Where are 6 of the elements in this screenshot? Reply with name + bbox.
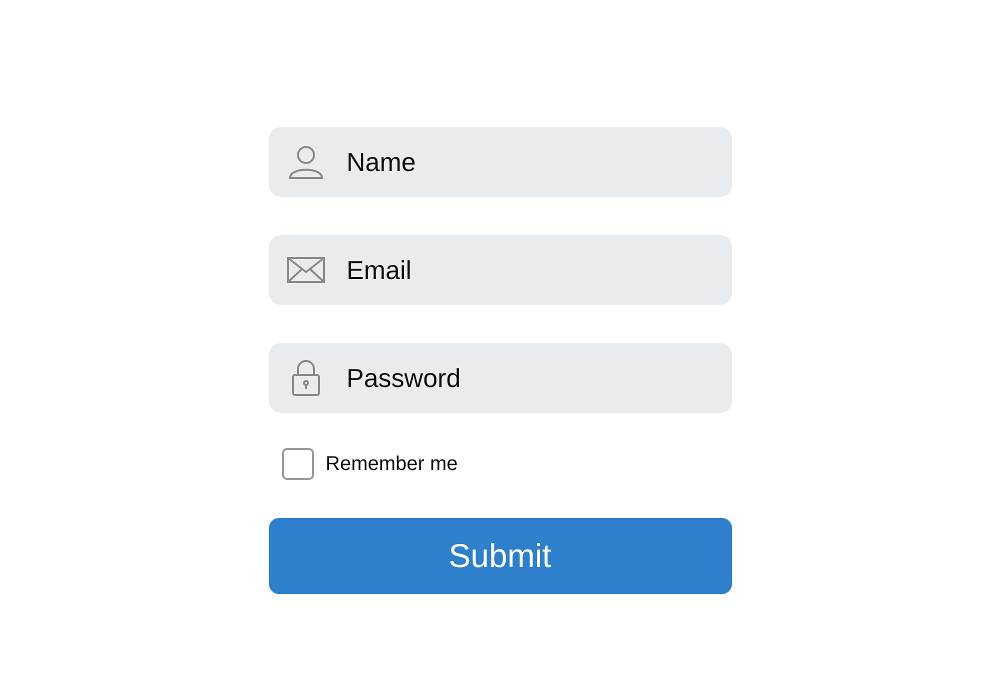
input-field[interactable]: Email xyxy=(268,235,732,305)
input-field[interactable]: Password xyxy=(268,343,732,413)
checkbox-label: Remember me xyxy=(326,452,458,476)
input-field[interactable]: Name xyxy=(268,127,732,197)
submit-button[interactable]: Submit xyxy=(268,518,732,594)
checkbox[interactable] xyxy=(282,448,314,480)
